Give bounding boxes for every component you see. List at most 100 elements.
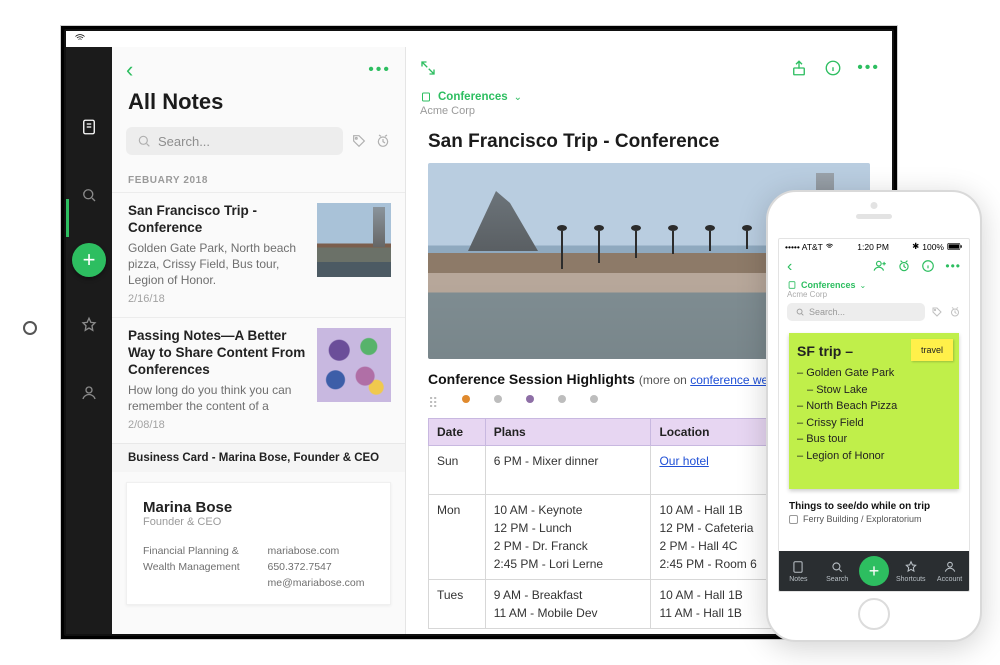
sticky-item: Stow Lake [807,382,951,399]
cell-date: Sun [429,446,486,495]
back-button[interactable]: ‹ [126,57,133,83]
list-more-button[interactable]: ••• [368,61,391,79]
time-label: 1:20 PM [857,242,889,252]
note-title: San Francisco Trip - Conference [406,127,892,163]
tag-dot[interactable] [590,395,598,403]
tag-dot[interactable] [494,395,502,403]
cell-date: Tues [429,580,486,629]
th-date: Date [429,419,486,446]
iphone-sensor [871,202,878,209]
tag-dot[interactable] [526,395,534,403]
drag-handle-icon[interactable]: ⠿ [428,395,438,412]
reminder-icon[interactable] [897,259,911,275]
reminder-icon[interactable] [375,133,391,149]
bizcard-name: Marina Bose [143,499,374,516]
chevron-down-icon[interactable]: ⌄ [514,92,522,103]
rail-active-indicator [66,199,69,237]
phone-search-placeholder: Search... [809,307,845,317]
chevron-down-icon[interactable]: ⌄ [860,281,867,290]
rail-account-icon[interactable] [66,373,112,413]
reminder-icon[interactable] [949,306,961,318]
phone-notebook-crumb[interactable]: Conferences [801,280,856,290]
tab-label: Account [937,576,962,583]
cell-date: Mon [429,495,486,580]
tab-account[interactable]: Account [933,560,967,583]
tab-label: Shortcuts [896,576,926,583]
add-person-icon[interactable] [873,259,887,275]
iphone-screen: ••••• AT&T 1:20 PM ✱ 100% ‹ ••• Conferen… [778,238,970,592]
note-item-preview: How long do you think you can remember t… [128,382,307,414]
notebook-icon [420,91,432,103]
phone-tab-bar: Notes Search + Shortcuts Account [779,551,969,591]
bizcard-email: me@mariabose.com [268,576,375,592]
sticky-note[interactable]: travel SF trip – Golden Gate Park Stow L… [789,333,959,489]
info-icon[interactable] [823,58,843,78]
new-note-fab[interactable]: + [72,243,106,277]
tag-icon[interactable] [351,133,367,149]
checkbox-icon[interactable] [789,515,798,524]
sticky-item: North Beach Pizza [797,398,951,415]
tag-icon[interactable] [931,306,943,318]
tab-notes[interactable]: Notes [781,560,815,583]
iphone-speaker [856,214,892,219]
rail-search-icon[interactable] [66,175,112,215]
carrier-label: AT&T [802,242,823,252]
note-thumbnail [317,328,391,402]
tab-search[interactable]: Search [820,560,854,583]
ipad-sidebar-rail: + [66,47,112,634]
sticky-item: Legion of Honor [797,448,951,465]
phone-checklist-item[interactable]: Ferry Building / Exploratorium [779,514,969,524]
info-icon[interactable] [921,259,935,275]
ipad-home-button[interactable] [23,321,37,335]
cell-plans: 6 PM - Mixer dinner [485,446,651,495]
phone-check-label: Ferry Building / Exploratorium [803,514,922,524]
search-icon [136,133,152,149]
detail-more-button[interactable]: ••• [857,59,880,77]
search-input[interactable]: Search... [126,127,343,155]
search-placeholder: Search... [158,134,210,149]
ipad-status-bar [66,31,892,47]
bizcard-role: Founder & CEO [143,516,374,528]
rail-notes-icon[interactable] [66,107,112,147]
iphone-frame: ••••• AT&T 1:20 PM ✱ 100% ‹ ••• Conferen… [766,190,982,642]
notes-list-panel: ‹ ••• All Notes Search... FEBUARY 2018 S… [112,47,406,634]
rail-star-icon[interactable] [66,305,112,345]
share-icon[interactable] [789,58,809,78]
note-item-1[interactable]: Passing Notes—A Better Way to Share Cont… [112,317,405,443]
month-header: FEBUARY 2018 [112,165,405,192]
note-item-title: San Francisco Trip - Conference [128,203,307,237]
note-item-date: 2/08/18 [128,419,307,431]
cell-plans: 10 AM - Keynote 12 PM - Lunch 2 PM - Dr.… [485,495,651,580]
phone-more-button[interactable]: ••• [945,259,961,275]
phone-back-button[interactable]: ‹ [787,258,792,276]
phone-new-note-fab[interactable]: + [859,556,889,586]
tab-label: Search [826,576,848,583]
th-plans: Plans [485,419,651,446]
phone-search-input[interactable]: Search... [787,303,925,321]
notebook-icon [787,280,797,290]
tab-shortcuts[interactable]: Shortcuts [894,560,928,583]
bizcard[interactable]: Marina Bose Founder & CEO Financial Plan… [126,482,391,604]
sticky-item: Golden Gate Park [797,365,951,382]
phone-note-title: Things to see/do while on trip [779,495,969,514]
tag-dot[interactable] [558,395,566,403]
battery-label: 100% [922,242,944,252]
expand-icon[interactable] [418,58,438,78]
phone-status-bar: ••••• AT&T 1:20 PM ✱ 100% [779,239,969,254]
search-icon [795,307,805,317]
bizcard-left1: Financial Planning & [143,544,250,560]
iphone-home-button[interactable] [858,598,890,630]
tab-label: Notes [789,576,807,583]
note-item-0[interactable]: San Francisco Trip - Conference Golden G… [112,192,405,317]
hotel-link[interactable]: Our hotel [659,454,708,468]
sticky-pin: travel [911,339,953,361]
bizcard-left2: Wealth Management [143,560,250,576]
section-heading: Conference Session Highlights [428,371,635,387]
note-item-preview: Golden Gate Park, North beach pizza, Cri… [128,240,307,289]
note-thumbnail [317,203,391,277]
wifi-icon [74,32,86,47]
notebook-crumb[interactable]: Conferences [438,91,508,103]
tag-dot[interactable] [462,395,470,403]
bizcard-web: mariabose.com [268,544,375,560]
note-item-date: 2/16/18 [128,293,307,305]
